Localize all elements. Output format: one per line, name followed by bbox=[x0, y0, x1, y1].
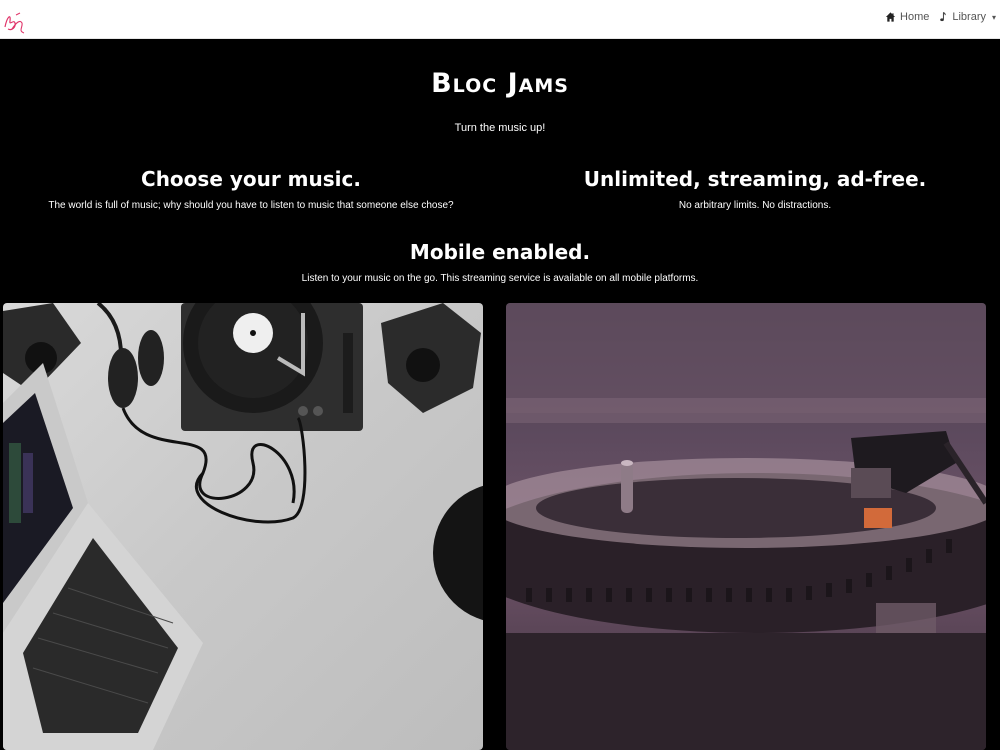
logo-script-icon bbox=[4, 12, 25, 34]
feature-choose-music: Choose your music. The world is full of … bbox=[0, 167, 502, 211]
feature-title: Unlimited, streaming, ad-free. bbox=[583, 167, 927, 191]
feature-text: Listen to your music on the go. This str… bbox=[301, 273, 699, 284]
home-icon bbox=[885, 12, 896, 22]
feature-text: The world is full of music; why should y… bbox=[48, 200, 454, 211]
feature-mobile-enabled: Mobile enabled. Listen to your music on … bbox=[0, 240, 1000, 284]
hero-title: Bloc Jams bbox=[431, 68, 569, 99]
music-note-icon bbox=[940, 12, 947, 22]
feature-text: No arbitrary limits. No distractions. bbox=[678, 200, 832, 211]
hero-tagline: Turn the music up! bbox=[454, 122, 546, 134]
feature-title: Choose your music. bbox=[141, 167, 361, 191]
top-navbar: Home Library ▾ bbox=[0, 0, 1000, 39]
nav-home-link[interactable]: Home bbox=[885, 11, 929, 23]
nav-library-dropdown[interactable]: Library ▾ bbox=[937, 11, 996, 23]
laptop-headphones-turntable-image bbox=[3, 303, 483, 750]
chevron-down-icon: ▾ bbox=[991, 12, 996, 22]
turntable-closeup-image bbox=[506, 303, 986, 750]
nav-library-label: Library bbox=[952, 11, 986, 23]
nav-links: Home Library ▾ bbox=[885, 8, 996, 26]
nav-home-label: Home bbox=[900, 11, 930, 23]
feature-unlimited-streaming: Unlimited, streaming, ad-free. No arbitr… bbox=[505, 167, 1000, 211]
laptop-headphones-turntable-photo-icon bbox=[3, 303, 483, 750]
feature-title: Mobile enabled. bbox=[409, 240, 591, 264]
bloc-jams-logo[interactable] bbox=[2, 9, 26, 35]
turntable-closeup-photo-icon bbox=[506, 303, 986, 750]
